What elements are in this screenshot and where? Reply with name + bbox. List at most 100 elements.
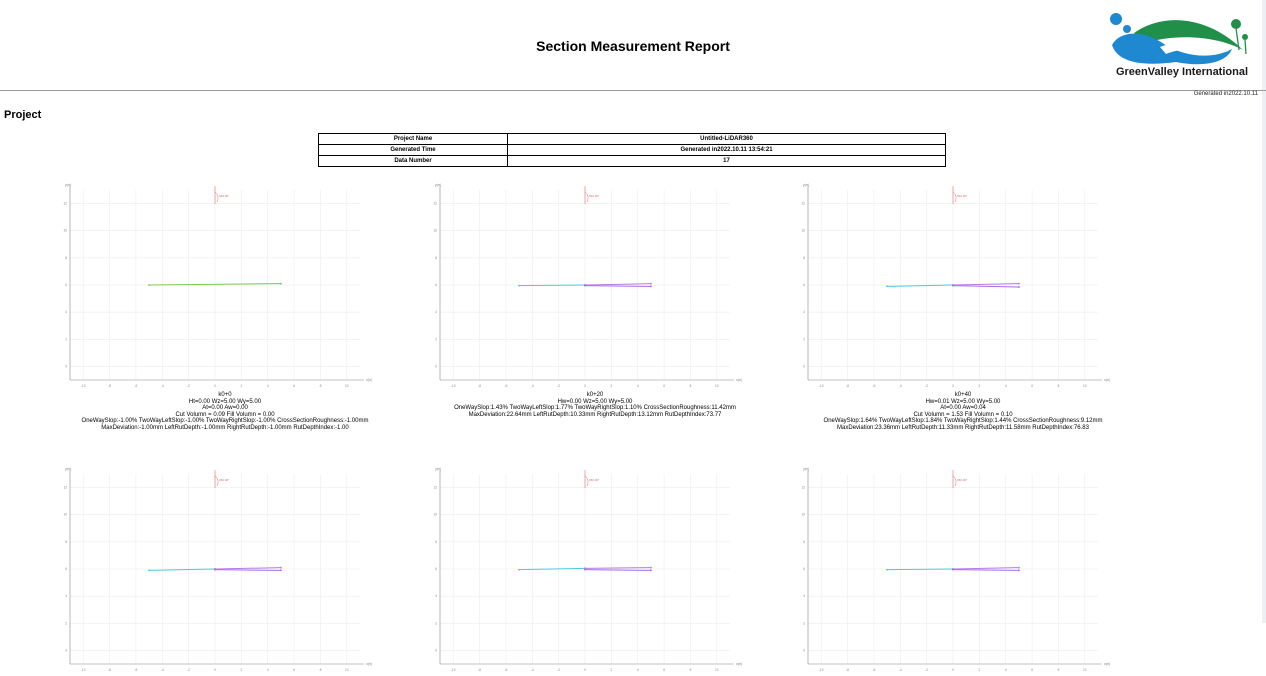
y-tick-label: 4 xyxy=(803,310,805,314)
y-tick-label: 0 xyxy=(435,364,437,368)
table-row: Project Name Untitled-LiDAR360 xyxy=(319,134,946,145)
x-tick-label: -2 xyxy=(925,668,928,672)
series-line xyxy=(585,568,651,569)
x-axis-label: x(m) xyxy=(366,662,372,666)
x-tick-label: -8 xyxy=(478,668,481,672)
table-value: Untitled-LiDAR360 xyxy=(508,134,946,145)
y-tick-label: 12 xyxy=(801,486,805,490)
chart-plot: -10-8-6-4-20246810-2024681012x(m)y(m)360… xyxy=(60,182,390,392)
x-tick-label: 6 xyxy=(293,668,295,672)
x-tick-label: 0 xyxy=(214,668,216,672)
x-tick-label: -4 xyxy=(899,384,902,388)
x-tick-label: 6 xyxy=(663,668,665,672)
x-tick-label: 4 xyxy=(1005,384,1007,388)
slope-arc xyxy=(215,192,218,202)
x-tick-label: -4 xyxy=(531,384,534,388)
y-tick-label: 4 xyxy=(435,594,437,598)
x-tick-label: 2 xyxy=(978,668,980,672)
slope-arc xyxy=(585,476,588,486)
slope-label: 360.00° xyxy=(589,194,600,198)
x-tick-label: -6 xyxy=(504,384,507,388)
y-tick-label: 10 xyxy=(63,513,67,517)
y-tick-label: 8 xyxy=(803,540,805,544)
chart-plot: -10-8-6-4-20246810-2024681012x(m)y(m)360… xyxy=(798,466,1128,676)
x-tick-label: 0 xyxy=(584,384,586,388)
x-axis-label: x(m) xyxy=(366,378,372,382)
data-point xyxy=(650,567,652,569)
y-axis-label: y(m) xyxy=(65,467,71,471)
table-key: Project Name xyxy=(319,134,508,145)
table-value: Generated in2022.10.11 13:54:21 xyxy=(508,145,946,156)
table-key: Data Number xyxy=(319,156,508,167)
x-tick-label: 4 xyxy=(637,668,639,672)
x-tick-label: -6 xyxy=(134,384,137,388)
table-key: Generated Time xyxy=(319,145,508,156)
chart-caption: k0+0Ht=0.00 Wz=5.00 Wy=5.00At=0.00 Aw=0.… xyxy=(60,392,390,431)
x-tick-label: 10 xyxy=(345,668,349,672)
y-tick-label: 0 xyxy=(435,648,437,652)
section-title: Project xyxy=(4,109,41,121)
x-axis-label: x(m) xyxy=(1104,662,1110,666)
x-tick-label: -10 xyxy=(451,668,456,672)
x-tick-label: -6 xyxy=(504,668,507,672)
series-line xyxy=(953,286,1019,287)
y-tick-label: 4 xyxy=(803,594,805,598)
data-point xyxy=(650,283,652,285)
data-point xyxy=(886,286,888,288)
series-line xyxy=(953,570,1019,571)
y-tick-label: 6 xyxy=(803,567,805,571)
y-tick-label: 0 xyxy=(803,364,805,368)
x-tick-label: -10 xyxy=(819,668,824,672)
y-axis-label: y(m) xyxy=(65,183,71,187)
y-tick-label: 8 xyxy=(65,540,67,544)
x-tick-label: -10 xyxy=(451,384,456,388)
x-tick-label: 8 xyxy=(320,384,322,388)
x-tick-label: 4 xyxy=(637,384,639,388)
y-tick-label: 0 xyxy=(803,648,805,652)
chart-plot: -10-8-6-4-20246810-2024681012x(m)y(m)360… xyxy=(430,182,760,392)
series-line xyxy=(519,285,585,286)
data-point xyxy=(518,285,520,287)
x-tick-label: 4 xyxy=(1005,668,1007,672)
data-point xyxy=(952,569,954,571)
x-tick-label: -10 xyxy=(81,384,86,388)
x-tick-label: 8 xyxy=(1058,668,1060,672)
slope-arc xyxy=(953,476,956,486)
y-tick-label: 10 xyxy=(63,229,67,233)
x-tick-label: -2 xyxy=(557,668,560,672)
section-chart: -10-8-6-4-20246810-2024681012x(m)y(m)360… xyxy=(430,466,760,676)
data-point xyxy=(1018,570,1020,572)
y-axis-label: y(m) xyxy=(435,467,441,471)
series-line xyxy=(887,569,953,570)
header-divider xyxy=(0,90,1266,91)
y-tick-label: 10 xyxy=(801,229,805,233)
x-tick-label: -4 xyxy=(899,668,902,672)
x-axis-label: x(m) xyxy=(1104,378,1110,382)
y-tick-label: 10 xyxy=(801,513,805,517)
data-point xyxy=(280,283,282,285)
slope-label: 360.00° xyxy=(957,478,968,482)
logo-text: GreenValley International xyxy=(1106,66,1258,78)
y-axis-label: y(m) xyxy=(803,183,809,187)
caption-line: MaxDeviation:-1.00mm LeftRutDepth:-1.00m… xyxy=(60,425,390,432)
caption-line: MaxDeviation:22.64mm LeftRutDepth:10.33m… xyxy=(430,412,760,419)
data-point xyxy=(1018,286,1020,288)
y-tick-label: 0 xyxy=(65,648,67,652)
data-point xyxy=(148,284,150,286)
slope-label: 360.00° xyxy=(957,194,968,198)
x-tick-label: -2 xyxy=(925,384,928,388)
project-info-table: Project Name Untitled-LiDAR360 Generated… xyxy=(318,133,946,167)
chart-plot: -10-8-6-4-20246810-2024681012x(m)y(m)360… xyxy=(430,466,760,676)
slope-label: 360.00° xyxy=(219,194,230,198)
table-row: Generated Time Generated in2022.10.11 13… xyxy=(319,145,946,156)
chart-plot: -10-8-6-4-20246810-2024681012x(m)y(m)360… xyxy=(798,182,1128,392)
x-tick-label: 2 xyxy=(610,668,612,672)
slope-label: 360.00° xyxy=(219,478,230,482)
data-point xyxy=(280,567,282,569)
x-tick-label: -8 xyxy=(108,668,111,672)
x-tick-label: -8 xyxy=(846,384,849,388)
data-point xyxy=(886,569,888,571)
x-tick-label: 6 xyxy=(293,384,295,388)
data-point xyxy=(1018,567,1020,569)
data-point xyxy=(952,285,954,287)
